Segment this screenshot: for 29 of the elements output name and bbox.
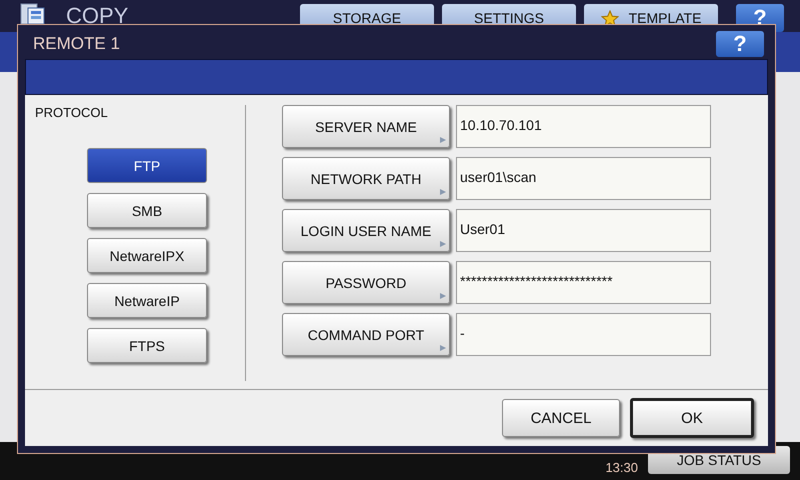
protocol-button[interactable]: NetwareIPX xyxy=(87,238,207,273)
triangle-icon xyxy=(440,137,446,143)
clock-time: 13:30 xyxy=(605,460,638,475)
field-label-button[interactable]: LOGIN USER NAME xyxy=(282,209,450,252)
copier-icon xyxy=(20,2,46,26)
field-label-button[interactable]: PASSWORD xyxy=(282,261,450,304)
protocol-button[interactable]: FTP xyxy=(87,148,207,183)
input-field[interactable]: 10.10.70.101 xyxy=(456,105,711,148)
field-label-button[interactable]: SERVER NAME xyxy=(282,105,450,148)
protocol-button[interactable]: NetwareIP xyxy=(87,283,207,318)
input-field[interactable]: **************************** xyxy=(456,261,711,304)
protocol-button[interactable]: SMB xyxy=(87,193,207,228)
section-label: PROTOCOL xyxy=(35,105,108,120)
field-label-button[interactable]: NETWORK PATH xyxy=(282,157,450,200)
help-button[interactable]: ? xyxy=(716,30,764,56)
input-field[interactable]: user01\scan xyxy=(456,157,711,200)
triangle-icon xyxy=(440,345,446,351)
ok-button[interactable]: OK xyxy=(630,398,754,438)
app-title: COPY xyxy=(66,3,128,29)
protocol-button[interactable]: FTPS xyxy=(87,328,207,363)
cancel-button[interactable]: CANCEL xyxy=(502,399,620,437)
triangle-icon xyxy=(440,241,446,247)
triangle-icon xyxy=(440,293,446,299)
star-icon xyxy=(600,10,619,26)
input-field[interactable]: User01 xyxy=(456,209,711,252)
field-label-button[interactable]: COMMAND PORT xyxy=(282,313,450,356)
dialog-title: REMOTE 1 xyxy=(33,34,120,54)
input-field[interactable]: - xyxy=(456,313,711,356)
triangle-icon xyxy=(440,189,446,195)
